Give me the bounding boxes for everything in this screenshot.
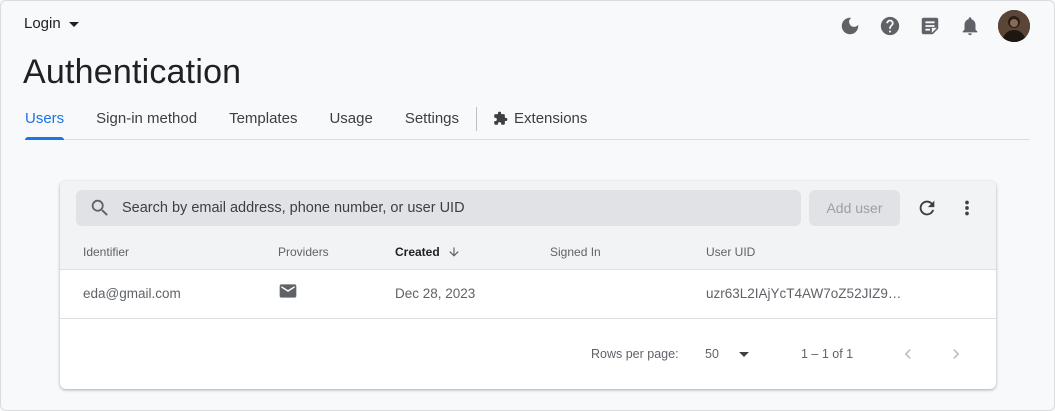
- tab-extensions[interactable]: Extensions: [493, 106, 587, 139]
- column-header-created-label: Created: [395, 245, 440, 259]
- column-header-user-uid[interactable]: User UID: [706, 245, 755, 259]
- notes-icon[interactable]: [910, 9, 950, 43]
- arrow-down-icon: [449, 247, 459, 257]
- rows-per-page-value: 50: [705, 347, 719, 361]
- tab-settings[interactable]: Settings: [405, 106, 459, 139]
- top-actions: [830, 9, 1030, 43]
- search-icon: [91, 199, 108, 216]
- chevron-left-icon: [904, 349, 911, 359]
- column-header-created[interactable]: Created: [395, 245, 461, 259]
- refresh-button[interactable]: [914, 195, 940, 221]
- column-header-identifier[interactable]: Identifier: [83, 245, 129, 259]
- chevron-down-icon: [68, 22, 79, 27]
- search-input[interactable]: [120, 199, 764, 217]
- column-header-signed-in[interactable]: Signed In: [550, 245, 601, 259]
- project-selector[interactable]: Login: [24, 15, 79, 32]
- email-icon: [278, 281, 298, 304]
- table-row[interactable]: eda@gmail.com Dec 28, 2023 uzr63L2IAjYcT…: [60, 269, 996, 319]
- tab-bar: Users Sign-in method Templates Usage Set…: [25, 106, 1030, 140]
- rows-per-page-select[interactable]: 50: [705, 347, 749, 361]
- project-label: Login: [24, 15, 61, 32]
- chevron-right-icon: [953, 349, 960, 359]
- pagination-range: 1 – 1 of 1: [801, 347, 854, 361]
- column-header-providers[interactable]: Providers: [278, 245, 329, 259]
- more-options-button[interactable]: [954, 195, 980, 221]
- tab-usage[interactable]: Usage: [329, 106, 372, 139]
- search-bar[interactable]: [76, 190, 801, 226]
- rows-per-page-label: Rows per page:: [591, 347, 679, 361]
- page-title: Authentication: [23, 53, 242, 91]
- refresh-icon: [919, 200, 935, 216]
- moon-icon[interactable]: [830, 9, 870, 43]
- tab-templates[interactable]: Templates: [229, 106, 297, 139]
- users-table-card: Add user Identifier Providers Created Si…: [60, 181, 996, 389]
- tab-users[interactable]: Users: [25, 106, 65, 140]
- bell-icon[interactable]: [950, 9, 990, 43]
- cell-created: Dec 28, 2023: [395, 286, 476, 301]
- previous-page-button[interactable]: [895, 341, 921, 367]
- next-page-button[interactable]: [943, 341, 969, 367]
- cell-identifier: eda@gmail.com: [83, 286, 181, 301]
- avatar[interactable]: [998, 10, 1030, 42]
- add-user-button[interactable]: Add user: [809, 190, 900, 226]
- cell-user-uid: uzr63L2IAjYcT4AW7oZ52JIZ9…: [706, 286, 902, 301]
- app-frame: Login Authentication Users Sign-in metho…: [0, 0, 1055, 411]
- tab-divider: [476, 107, 478, 131]
- tab-sign-in-method[interactable]: Sign-in method: [96, 106, 197, 139]
- extension-icon: [494, 111, 508, 125]
- tab-extensions-label: Extensions: [514, 110, 588, 127]
- chevron-down-icon: [738, 351, 749, 357]
- more-vert-icon: [965, 200, 969, 216]
- help-icon[interactable]: [870, 9, 910, 43]
